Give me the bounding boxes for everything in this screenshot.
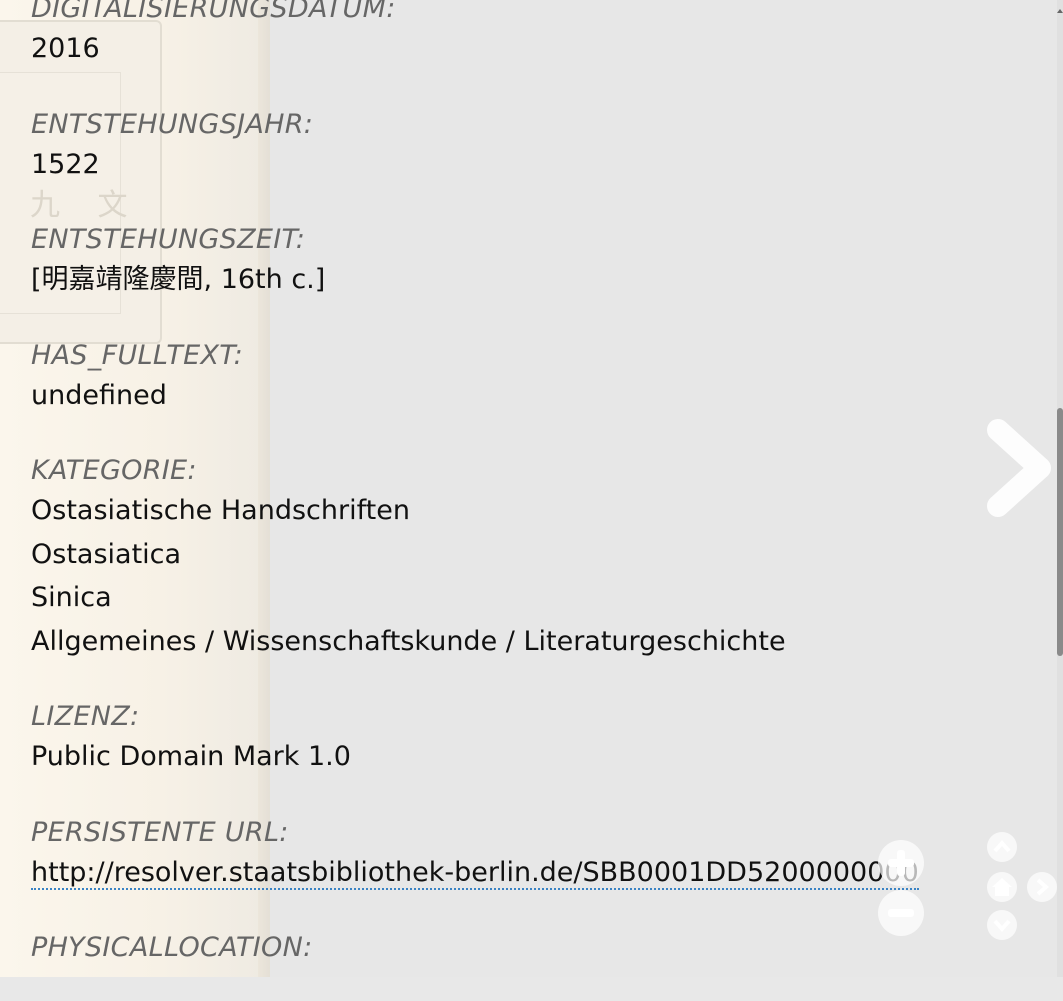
meta-label: DIGITALISIERUNGSDATUM: xyxy=(31,0,396,24)
chevron-right-icon xyxy=(1036,878,1050,896)
scrollbar-thumb[interactable] xyxy=(1057,408,1063,656)
meta-value: 1522 xyxy=(31,148,100,180)
home-button[interactable] xyxy=(987,872,1017,902)
chevron-down-icon xyxy=(993,919,1011,933)
meta-has-fulltext: HAS_FULLTEXT: undefined xyxy=(31,337,1031,418)
zoom-in-button[interactable] xyxy=(878,840,924,886)
scroll-up-arrow[interactable] xyxy=(1057,0,1063,14)
meta-label: ENTSTEHUNGSZEIT: xyxy=(31,224,306,255)
meta-kategorie: KATEGORIE: Ostasiatische Handschriften O… xyxy=(31,452,1031,663)
meta-value: Ostasiatische Handschriften xyxy=(31,495,410,526)
pan-controls xyxy=(975,830,1063,940)
meta-value: undefined xyxy=(31,379,167,411)
chevron-right-icon xyxy=(987,419,1051,517)
chevron-up-icon xyxy=(993,839,1011,853)
next-page-button[interactable] xyxy=(980,418,1060,518)
home-icon xyxy=(992,878,1012,896)
plus-icon xyxy=(888,850,914,876)
meta-value: Allgemeines / Wissenschaftskunde / Liter… xyxy=(31,625,786,657)
chevron-up-icon xyxy=(1057,9,1063,13)
zoom-out-button[interactable] xyxy=(878,890,924,936)
meta-label: LIZENZ: xyxy=(31,701,140,732)
minus-icon xyxy=(888,909,914,917)
pan-down-button[interactable] xyxy=(987,910,1017,940)
meta-digitalisierungsdatum: DIGITALISIERUNGSDATUM: 2016 xyxy=(31,0,1031,71)
meta-value: Ostasiatica xyxy=(31,538,182,570)
meta-value: [明嘉靖隆慶間, 16th c.] xyxy=(31,264,326,295)
meta-label: KATEGORIE: xyxy=(31,455,197,486)
scrollbar[interactable] xyxy=(1057,0,1063,977)
meta-entstehungsjahr: ENTSTEHUNGSJAHR: 1522 xyxy=(31,106,1031,187)
meta-label: ENTSTEHUNGSJAHR: xyxy=(31,108,314,140)
meta-value: Public Domain Mark 1.0 xyxy=(31,741,351,772)
meta-value: 2016 xyxy=(31,33,100,64)
persistent-url-link[interactable]: http://resolver.staatsbibliothek-berlin.… xyxy=(31,856,919,890)
meta-entstehungszeit: ENTSTEHUNGSZEIT: [明嘉靖隆慶間, 16th c.] xyxy=(31,221,1031,302)
meta-label: HAS_FULLTEXT: xyxy=(31,339,244,371)
meta-value: Sinica xyxy=(31,582,112,613)
pan-up-button[interactable] xyxy=(987,832,1017,862)
pan-right-button[interactable] xyxy=(1027,872,1057,902)
meta-lizenz: LIZENZ: Public Domain Mark 1.0 xyxy=(31,698,1031,779)
